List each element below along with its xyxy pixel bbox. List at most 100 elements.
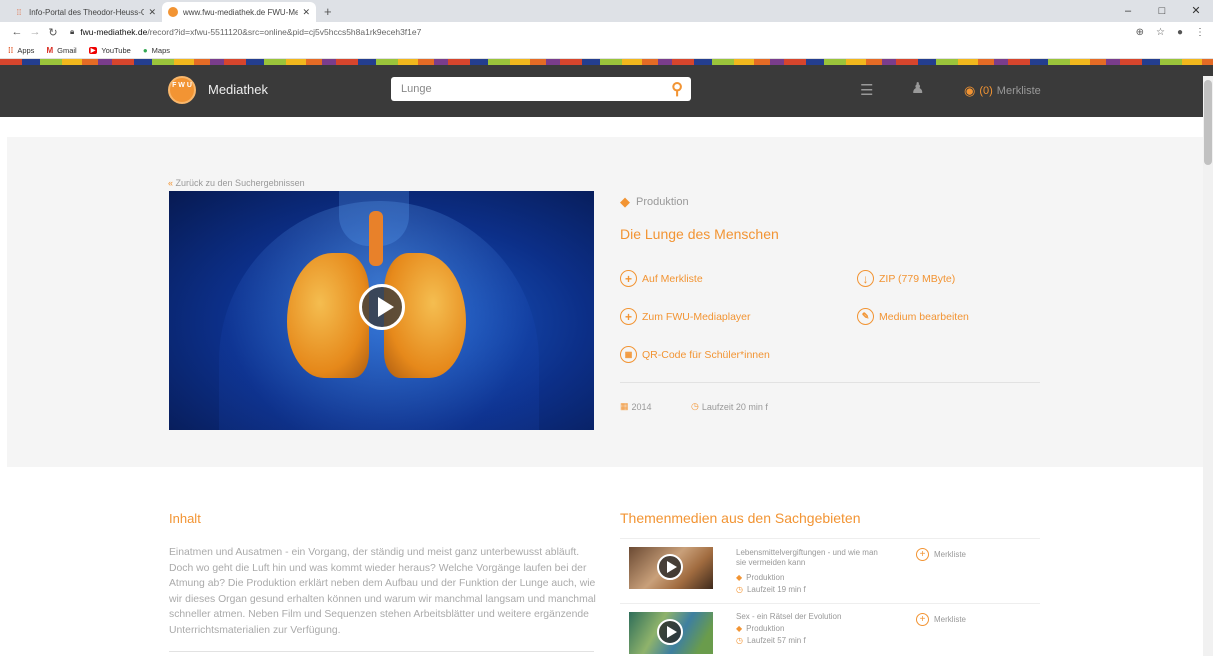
logo-text: F W U <box>172 82 192 89</box>
trachea-graphic <box>369 211 383 266</box>
related-thumbnail[interactable] <box>629 547 713 589</box>
site-header: F W U Mediathek ⚲ ☰ ♟ ◉ (0) Merkliste <box>0 65 1213 117</box>
bookmark-label: YouTube <box>101 45 131 55</box>
action-label: Zum FWU-Mediaplayer <box>642 310 751 323</box>
fwu-logo[interactable]: F W U <box>168 76 196 104</box>
clock-icon: ◷ <box>736 585 743 594</box>
divider <box>169 651 594 652</box>
bookmark-youtube[interactable]: ▶ YouTube <box>88 45 131 55</box>
clock-icon: ◷ <box>691 401 699 411</box>
forward-arrow-icon[interactable]: → <box>26 26 44 38</box>
description-text: Einatmen und Ausatmen - ein Vorgang, der… <box>169 547 596 636</box>
edit-medium-button[interactable]: ✎ Medium bearbeiten <box>857 308 969 325</box>
bookmark-apps[interactable]: ⁞⁞ Apps <box>8 46 34 55</box>
related-duration: ◷ Laufzeit 57 min f <box>736 636 806 645</box>
grid-icon: ⁞⁞ <box>16 7 22 17</box>
bookmarks-bar: ⁞⁞ Apps M Gmail ▶ YouTube ● Maps <box>0 42 1213 59</box>
plus-circle-icon: + <box>620 308 637 325</box>
inhalt-heading: Inhalt <box>169 511 201 526</box>
brand-name[interactable]: Mediathek <box>208 82 268 97</box>
related-thumbnail[interactable] <box>629 612 713 654</box>
related-duration-label: Laufzeit 19 min f <box>746 585 806 594</box>
zoom-icon[interactable]: ⊕ <box>1136 27 1144 38</box>
new-tab-button[interactable]: + <box>324 4 332 19</box>
browser-tab-mediathek[interactable]: www.fwu-mediathek.de FWU-Me ✕ <box>162 2 316 22</box>
minimize-button[interactable]: – <box>1111 0 1145 22</box>
maximize-button[interactable]: □ <box>1145 0 1179 22</box>
back-link-label: Zurück zu den Suchergebnissen <box>175 178 305 188</box>
play-button-icon[interactable] <box>359 284 405 330</box>
profile-icon[interactable]: ● <box>1177 27 1183 38</box>
calendar-icon: ▦ <box>620 401 629 411</box>
related-type: ◆ Produktion <box>736 573 784 582</box>
plus-circle-icon: + <box>620 270 637 287</box>
back-to-results-link[interactable]: « Zurück zu den Suchergebnissen <box>168 178 305 188</box>
tab-title: www.fwu-mediathek.de FWU-Me <box>183 7 299 17</box>
bookmark-maps[interactable]: ● Maps <box>143 46 170 55</box>
scrollbar-thumb[interactable] <box>1204 80 1212 165</box>
close-tab-icon[interactable]: ✕ <box>302 7 310 18</box>
maps-pin-icon: ● <box>142 45 148 55</box>
reload-icon[interactable]: ↻ <box>44 26 62 39</box>
action-label: QR-Code für Schüler*innen <box>642 348 770 361</box>
tab-title: Info-Portal des Theodor-Heuss-G <box>29 7 145 17</box>
window-controls: – □ ✕ <box>1111 0 1213 22</box>
search-box: ⚲ <box>391 77 691 101</box>
divider <box>620 538 1040 539</box>
mediaplayer-button[interactable]: + Zum FWU-Mediaplayer <box>620 308 751 325</box>
production-type: ◆ Produktion <box>620 194 689 210</box>
eye-icon: ◉ <box>964 83 976 98</box>
double-chevron-left-icon: « <box>168 178 174 188</box>
merkliste-link[interactable]: ◉ (0) Merkliste <box>964 83 1041 99</box>
merkliste-label: Merkliste <box>934 550 967 559</box>
divider <box>620 603 1040 604</box>
close-window-button[interactable]: ✕ <box>1179 0 1213 22</box>
clock-icon: ◷ <box>736 636 743 645</box>
cube-icon: ◆ <box>736 624 743 633</box>
related-type: ◆ Produktion <box>736 624 784 633</box>
related-title[interactable]: Sex - ein Rätsel der Evolution <box>736 612 886 622</box>
bookmark-gmail[interactable]: M Gmail <box>46 46 76 55</box>
back-arrow-icon[interactable]: ← <box>8 26 26 38</box>
year-info: ▦ 2014 <box>620 401 652 412</box>
related-duration: ◷ Laufzeit 19 min f <box>736 585 806 594</box>
search-input[interactable] <box>391 77 651 101</box>
themenmedien-heading: Themenmedien aus den Sachgebieten <box>620 510 861 526</box>
related-merkliste-button[interactable]: + Merkliste <box>916 613 966 626</box>
user-icon[interactable]: ♟ <box>911 79 924 97</box>
cube-icon: ◆ <box>620 194 630 209</box>
action-label: Auf Merkliste <box>642 272 703 285</box>
address-bar[interactable]: 🔒︎ fwu-mediathek.de/record?id=xfwu-55111… <box>70 27 1136 37</box>
url-host: fwu-mediathek.de <box>80 27 148 37</box>
plus-circle-icon: + <box>916 548 929 561</box>
search-icon[interactable]: ⚲ <box>671 79 683 99</box>
play-button-icon[interactable] <box>657 619 683 645</box>
divider <box>620 382 1040 383</box>
bookmark-label: Apps <box>17 45 35 55</box>
related-type-label: Produktion <box>746 573 785 582</box>
related-title[interactable]: Lebensmittelvergiftungen - und wie man s… <box>736 548 886 568</box>
menu-icon[interactable]: ☰ <box>860 81 873 99</box>
close-tab-icon[interactable]: ✕ <box>148 7 156 18</box>
production-type-label: Produktion <box>636 196 689 208</box>
star-icon[interactable]: ☆ <box>1156 27 1165 38</box>
qr-code-button[interactable]: ▦ QR-Code für Schüler*innen <box>620 346 770 363</box>
menu-dots-icon[interactable]: ⋮ <box>1195 27 1205 38</box>
add-to-merkliste-button[interactable]: + Auf Merkliste <box>620 270 703 287</box>
year-value: 2014 <box>631 401 652 412</box>
lock-icon: 🔒︎ <box>70 27 75 36</box>
related-merkliste-button[interactable]: + Merkliste <box>916 548 966 561</box>
zip-download-button[interactable]: ↓ ZIP (779 MByte) <box>857 270 955 287</box>
action-label: Medium bearbeiten <box>879 310 969 323</box>
cube-icon: ◆ <box>736 573 743 582</box>
gmail-icon: M <box>46 45 54 55</box>
pencil-circle-icon: ✎ <box>857 308 874 325</box>
browser-tab-portal[interactable]: ⁞⁞ Info-Portal des Theodor-Heuss-G ✕ <box>8 2 162 22</box>
play-button-icon[interactable] <box>657 554 683 580</box>
omnibar: ← → ↻ 🔒︎ fwu-mediathek.de/record?id=xfwu… <box>0 22 1213 42</box>
qr-code-icon: ▦ <box>620 346 637 363</box>
duration-info: ◷ Laufzeit 20 min f <box>691 401 768 412</box>
plus-circle-icon: + <box>916 613 929 626</box>
youtube-icon: ▶ <box>88 46 98 54</box>
video-player[interactable] <box>169 191 594 430</box>
